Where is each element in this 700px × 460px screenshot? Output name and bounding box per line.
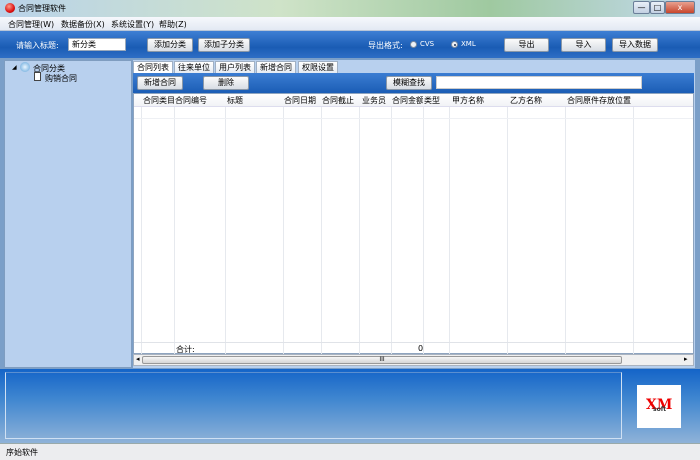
export-button[interactable]: 导出 bbox=[504, 38, 549, 52]
column-header-party-b[interactable]: 乙方名称 bbox=[507, 94, 565, 107]
column-header-deadline[interactable]: 合同截止 bbox=[321, 94, 359, 107]
window-title: 合同管理软件 bbox=[18, 4, 66, 13]
tab-permissions[interactable]: 权限设置 bbox=[298, 61, 338, 73]
expand-icon[interactable]: ◢ bbox=[12, 64, 17, 71]
column-header-title[interactable]: 标题 bbox=[225, 94, 283, 107]
tree-item-purchase-contract[interactable]: 购销合同 bbox=[45, 73, 77, 84]
category-tree: ◢ 合同分类 购销合同 bbox=[4, 60, 132, 368]
column-header-type[interactable]: 类型 bbox=[423, 94, 449, 107]
title-input[interactable]: 新分类 bbox=[68, 38, 126, 51]
export-format-label: 导出格式: bbox=[368, 41, 403, 50]
tab-new-contract[interactable]: 新增合同 bbox=[256, 61, 296, 73]
new-contract-button[interactable]: 新增合同 bbox=[137, 76, 183, 90]
cvs-radio[interactable] bbox=[410, 41, 417, 48]
tab-partners[interactable]: 往来单位 bbox=[174, 61, 214, 73]
add-category-button[interactable]: 添加分类 bbox=[147, 38, 193, 52]
column-header-date[interactable]: 合同日期 bbox=[283, 94, 321, 107]
menu-contract-management[interactable]: 合同管理(W) bbox=[8, 19, 54, 30]
column-header-storage-location[interactable]: 合同原件存放位置 bbox=[565, 94, 665, 107]
logo: XM soft bbox=[637, 385, 681, 428]
scroll-thumb[interactable]: III bbox=[142, 356, 622, 364]
tab-user-list[interactable]: 用户列表 bbox=[215, 61, 255, 73]
cvs-label: CVS bbox=[420, 40, 435, 48]
status-bar: 序始软件 bbox=[0, 443, 700, 460]
banner-panel bbox=[5, 372, 622, 439]
menu-bar: 合同管理(W) 数据备份(X) 系统设置(Y) 帮助(Z) bbox=[0, 17, 700, 31]
tab-contract-list[interactable]: 合同列表 bbox=[133, 61, 173, 73]
column-header-party-a[interactable]: 甲方名称 bbox=[449, 94, 507, 107]
menu-data-backup[interactable]: 数据备份(X) bbox=[61, 19, 105, 30]
fuzzy-search-button[interactable]: 模糊查找 bbox=[386, 76, 432, 90]
scroll-right-arrow[interactable]: ▸ bbox=[684, 355, 688, 363]
column-header-amount[interactable]: 合同金额 bbox=[391, 94, 423, 107]
xml-radio[interactable] bbox=[451, 41, 458, 48]
import-data-button[interactable]: 导入数据 bbox=[612, 38, 658, 52]
menu-help[interactable]: 帮助(Z) bbox=[159, 19, 187, 30]
total-amount: 0 bbox=[418, 344, 424, 353]
column-header-category[interactable]: 合同类目 bbox=[142, 94, 174, 107]
bottom-banner: XM soft bbox=[0, 369, 700, 443]
toolbar: 请输入标题: 新分类 添加分类 添加子分类 导出格式: CVS XML 导出 导… bbox=[0, 31, 700, 58]
grid-toolbar: 新增合同 删除 模糊查找 bbox=[133, 73, 694, 93]
logo-subtext: soft bbox=[653, 406, 667, 413]
xml-label: XML bbox=[461, 40, 476, 48]
document-icon bbox=[34, 72, 41, 81]
title-label: 请输入标题: bbox=[16, 41, 59, 50]
search-input[interactable] bbox=[436, 76, 642, 89]
delete-button[interactable]: 删除 bbox=[203, 76, 249, 90]
scroll-left-arrow[interactable]: ◂ bbox=[136, 355, 140, 363]
add-subcategory-button[interactable]: 添加子分类 bbox=[198, 38, 250, 52]
menu-system-settings[interactable]: 系统设置(Y) bbox=[111, 19, 154, 30]
title-bar: 合同管理软件 — □ x bbox=[0, 0, 700, 17]
horizontal-scrollbar[interactable]: ◂ III ▸ bbox=[133, 354, 694, 366]
folder-icon bbox=[20, 62, 30, 72]
contract-table: 合同类目 合同编号 标题 合同日期 合同截止 业务员 合同金额 类型 甲方名称 … bbox=[133, 93, 694, 354]
close-button[interactable]: x bbox=[665, 1, 695, 14]
import-button[interactable]: 导入 bbox=[561, 38, 606, 52]
column-header-contract-no[interactable]: 合同编号 bbox=[174, 94, 225, 107]
minimize-button[interactable]: — bbox=[633, 1, 650, 14]
app-icon bbox=[5, 3, 15, 13]
maximize-button[interactable]: □ bbox=[650, 1, 665, 14]
status-text: 序始软件 bbox=[6, 448, 38, 457]
total-row: 合计: 0 bbox=[134, 342, 693, 354]
column-header-salesperson[interactable]: 业务员 bbox=[359, 94, 391, 107]
